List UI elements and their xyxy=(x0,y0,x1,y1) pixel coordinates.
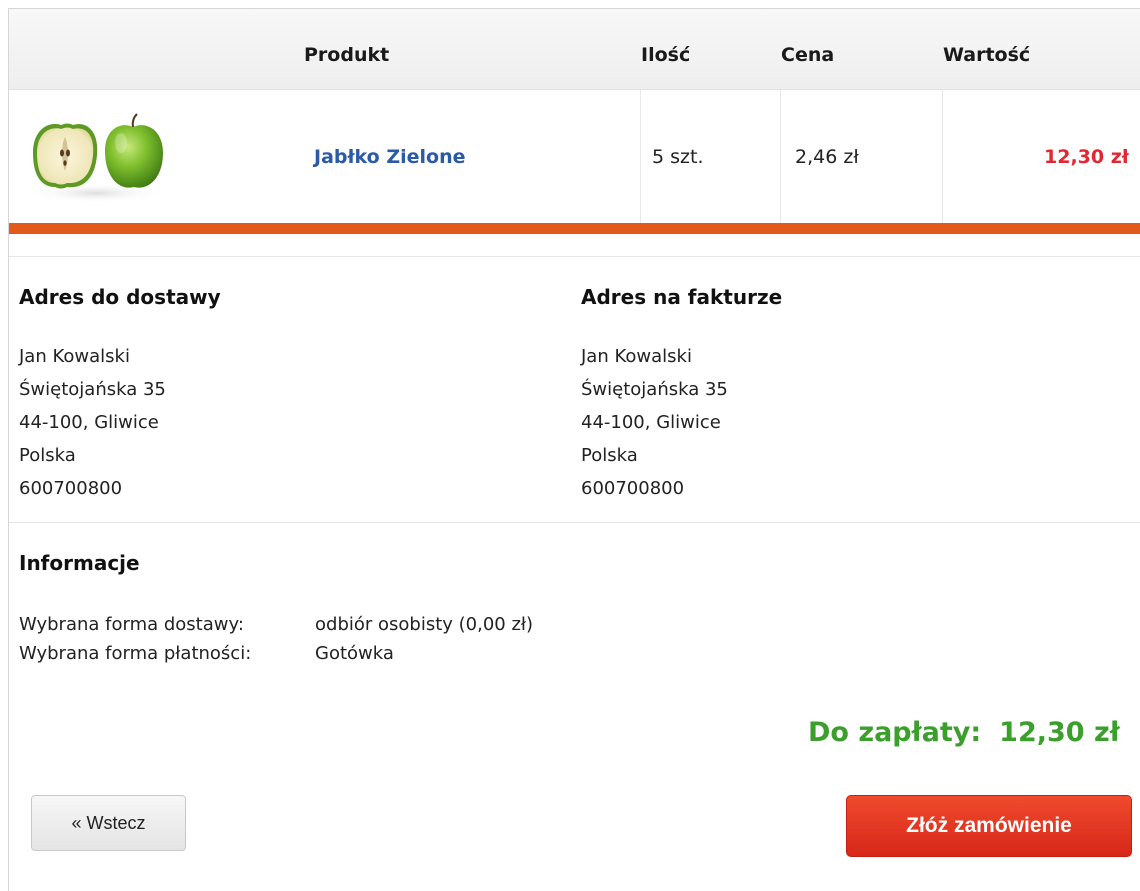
product-unit-price: 2,46 zł xyxy=(795,146,859,168)
payment-method-label: Wybrana forma płatności: xyxy=(19,643,252,664)
shipping-address-line: 44-100, Gliwice xyxy=(19,412,159,433)
place-order-button[interactable]: Złóż zamówienie xyxy=(846,795,1132,857)
column-divider xyxy=(640,90,641,223)
accent-divider-bar xyxy=(9,223,1140,234)
billing-address-line: Świętojańska 35 xyxy=(581,379,728,400)
payment-method-row: Wybrana forma płatności: Gotówka xyxy=(19,643,394,664)
column-header-quantity: Ilość xyxy=(641,44,691,66)
billing-address-line: 44-100, Gliwice xyxy=(581,412,721,433)
green-apple-image[interactable] xyxy=(21,101,171,209)
shipping-address-line: 600700800 xyxy=(19,478,123,499)
column-header-value: Wartość xyxy=(943,44,1031,66)
delivery-method-row: Wybrana forma dostawy: odbiór osobisty (0… xyxy=(19,614,533,635)
amount-due: Do zapłaty: 12,30 zł xyxy=(808,717,1120,748)
billing-address-line: 600700800 xyxy=(581,478,685,499)
payment-method-value: Gotówka xyxy=(315,643,394,664)
order-summary-page: Produkt Ilość Cena Wartość Jabłko Zielon… xyxy=(0,0,1140,891)
amount-due-label: Do zapłaty: xyxy=(808,717,982,748)
product-total-value: 12,30 zł xyxy=(1044,146,1129,168)
green-apple-icon xyxy=(26,113,166,203)
product-quantity: 5 szt. xyxy=(652,146,704,168)
column-divider xyxy=(942,90,943,223)
delivery-method-value: odbiór osobisty (0,00 zł) xyxy=(315,614,534,635)
column-header-product: Produkt xyxy=(304,44,390,66)
product-name-link[interactable]: Jabłko Zielone xyxy=(314,146,466,168)
amount-due-value: 12,30 zł xyxy=(999,717,1120,748)
back-button[interactable]: « Wstecz xyxy=(31,795,186,851)
shipping-address-title: Adres do dostawy xyxy=(19,285,221,309)
shipping-address-line: Polska xyxy=(19,445,76,466)
billing-address-line: Jan Kowalski xyxy=(581,346,692,367)
column-divider xyxy=(780,90,781,223)
shipping-address-line: Jan Kowalski xyxy=(19,346,130,367)
delivery-method-label: Wybrana forma dostawy: xyxy=(19,614,244,635)
table-row xyxy=(9,90,1140,223)
column-header-price: Cena xyxy=(781,44,835,66)
section-divider xyxy=(9,256,1140,257)
billing-address-line: Polska xyxy=(581,445,638,466)
shipping-address-line: Świętojańska 35 xyxy=(19,379,166,400)
billing-address-title: Adres na fakturze xyxy=(581,285,783,309)
section-divider xyxy=(9,522,1140,523)
info-section-title: Informacje xyxy=(19,551,140,575)
